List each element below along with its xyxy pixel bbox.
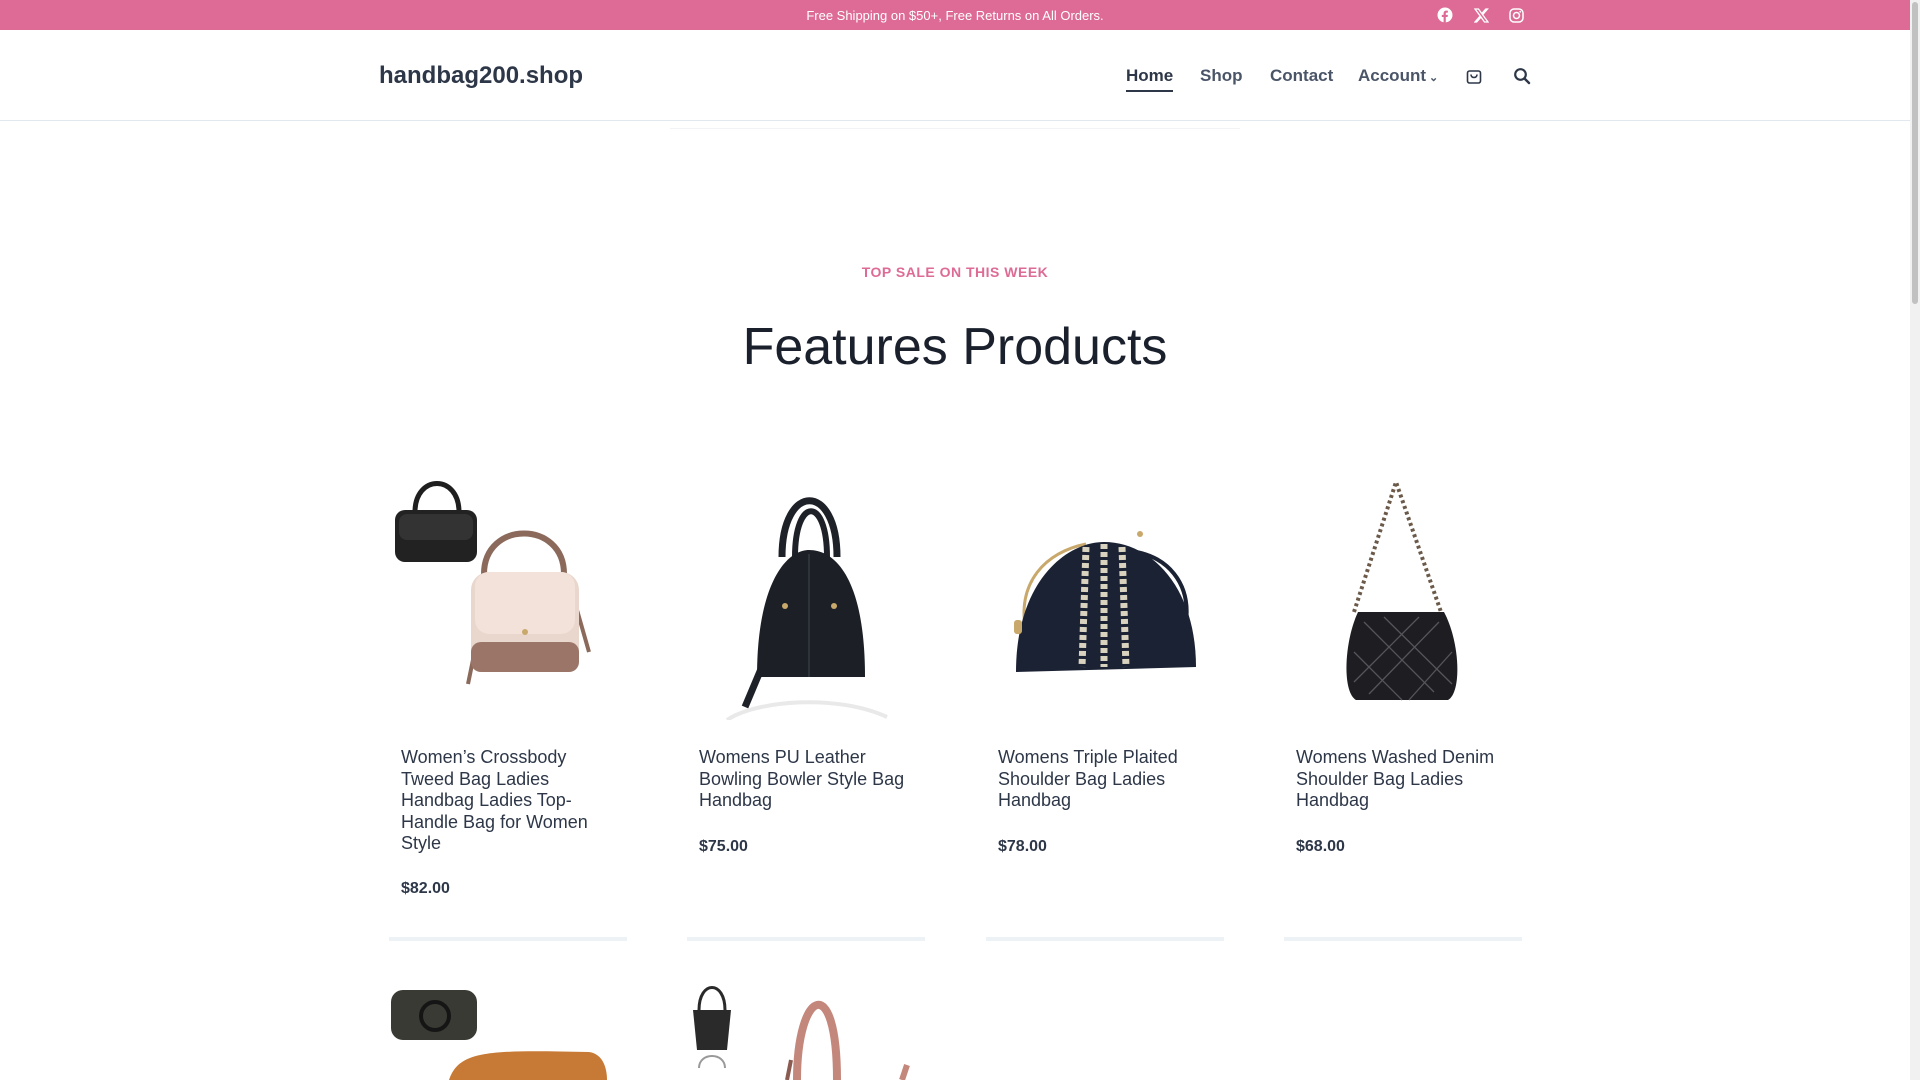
page-scrollbar[interactable] (1910, 0, 1920, 1080)
site-logo[interactable]: handbag200.shop (379, 62, 583, 90)
product-price: $75.00 (699, 838, 748, 855)
product-image-tweed-bag[interactable] (389, 462, 627, 720)
product-title[interactable]: Women’s Crossbody Tweed Bag Ladies Handb… (401, 747, 621, 855)
card-separator (389, 937, 627, 941)
search-icon[interactable] (1511, 65, 1533, 87)
nav-account-label: Account (1358, 66, 1426, 85)
nav-contact[interactable]: Contact (1270, 66, 1333, 86)
product-image-plaited-bag[interactable] (986, 462, 1224, 720)
chevron-down-icon: ⌄ (1429, 72, 1439, 84)
product-image-crossbody-bag[interactable] (389, 980, 627, 1080)
nav-home[interactable]: Home (1126, 66, 1174, 92)
product-price: $82.00 (401, 880, 450, 897)
instagram-icon[interactable] (1507, 6, 1525, 24)
product-price: $78.00 (998, 838, 1047, 855)
product-image-bowler-bag[interactable] (687, 462, 925, 720)
announcement-text: Free Shipping on $50+, Free Returns on A… (806, 8, 1104, 23)
site-header: handbag200.shop Home Shop Contact Accoun… (0, 30, 1910, 121)
product-title[interactable]: Womens Washed Denim Shoulder Bag Ladies … (1296, 747, 1516, 812)
card-separator (986, 937, 1224, 941)
product-image-denim-bag[interactable] (1284, 462, 1522, 720)
section-subtitle: TOP SALE ON THIS WEEK (861, 264, 1049, 280)
product-image-tote-bag[interactable] (687, 980, 925, 1080)
announcement-bar: Free Shipping on $50+, Free Returns on A… (0, 0, 1910, 30)
scrollbar-thumb[interactable] (1912, 2, 1918, 304)
content-divider (670, 128, 1240, 129)
nav-shop[interactable]: Shop (1200, 66, 1243, 86)
product-title[interactable]: Womens Triple Plaited Shoulder Bag Ladie… (998, 747, 1218, 812)
cart-icon[interactable] (1463, 65, 1485, 87)
product-price: $68.00 (1296, 838, 1345, 855)
card-separator (687, 937, 925, 941)
facebook-icon[interactable] (1436, 6, 1454, 24)
nav-account[interactable]: Account ⌄ (1358, 66, 1438, 86)
section-title: Features Products (742, 318, 1168, 376)
product-title[interactable]: Womens PU Leather Bowling Bowler Style B… (699, 747, 919, 812)
card-separator (1284, 937, 1522, 941)
x-icon[interactable] (1472, 6, 1490, 24)
